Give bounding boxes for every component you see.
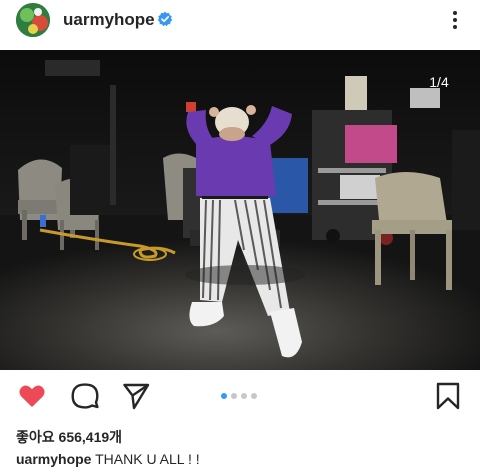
carousel-dot [241,393,247,399]
caption-text: THANK U ALL ! ! [91,451,200,467]
post-caption: uarmyhope THANK U ALL ! ! [16,451,200,467]
post-photo[interactable]: 1/4 [0,50,480,370]
more-vertical-icon[interactable] [450,9,460,31]
carousel-dot-active [221,393,227,399]
heart-filled-icon[interactable] [18,382,46,410]
slide-counter: 1/4 [429,74,449,90]
likes-count[interactable]: 좋아요 656,419개 [16,427,122,447]
avatar-image [16,3,50,37]
avatar[interactable] [16,3,50,37]
send-icon[interactable] [122,382,150,410]
carousel-dot [231,393,237,399]
bookmark-icon[interactable] [434,382,462,410]
carousel-dot [251,393,257,399]
photo-image [0,50,480,370]
comment-icon[interactable] [71,382,99,410]
post-header: uarmyhope [0,0,480,50]
verified-badge-icon [157,11,173,27]
caption-username[interactable]: uarmyhope [16,451,91,467]
action-bar [0,370,480,420]
post-username[interactable]: uarmyhope [63,10,155,30]
